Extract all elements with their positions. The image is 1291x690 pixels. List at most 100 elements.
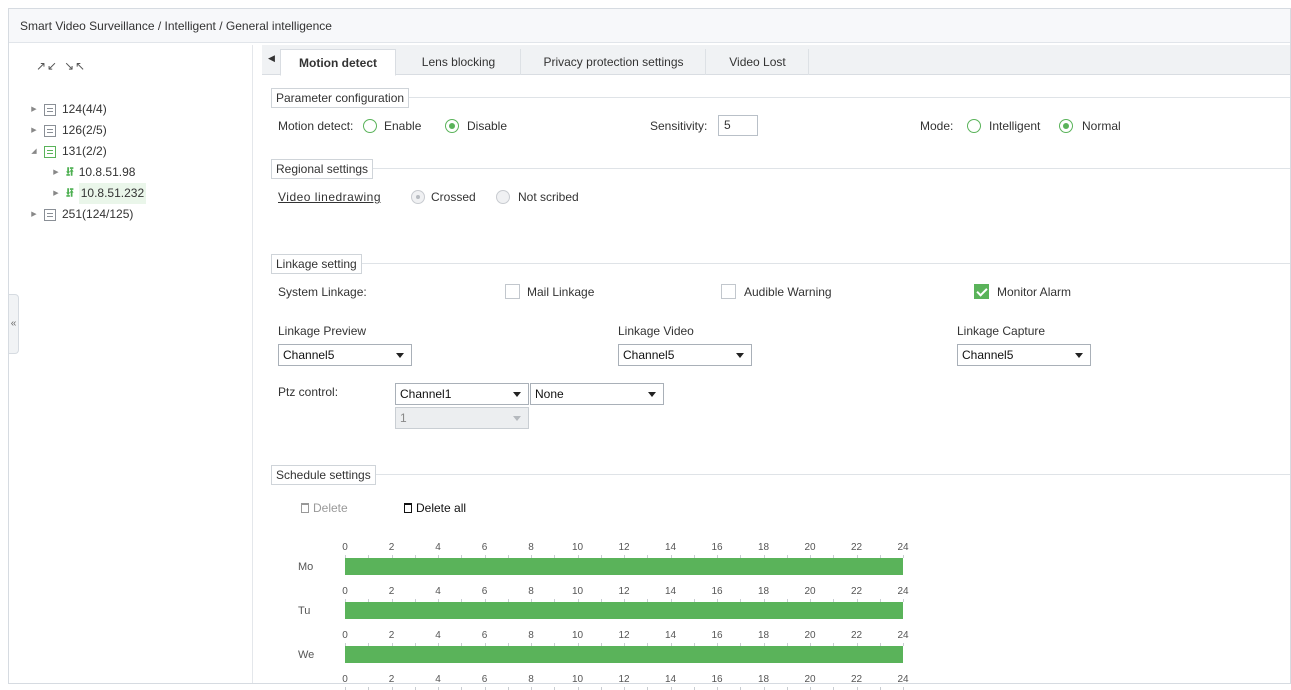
tick-mark: [391, 599, 393, 602]
mode-label: Mode:: [920, 119, 954, 133]
not-scribed-label: Not scribed: [518, 190, 579, 204]
delete-all-button[interactable]: Delete all: [404, 501, 466, 515]
tick-mark: [624, 643, 625, 646]
disable-label: Disable: [467, 119, 508, 133]
collapse-caret-icon[interactable]: ◢: [28, 141, 40, 162]
expand-caret-icon[interactable]: ▶: [50, 162, 62, 183]
tick-mark: [438, 643, 439, 646]
tick-label: 18: [757, 542, 770, 553]
video-linedrawing-link[interactable]: Video linedrawing: [278, 190, 381, 204]
camera-icon: ⭿: [66, 186, 74, 200]
section-legend: Schedule settings: [271, 465, 376, 485]
schedule-bar[interactable]: [345, 558, 903, 575]
tick-label: 20: [804, 630, 816, 641]
tick-mark: [600, 599, 602, 602]
tick-label: 2: [388, 630, 395, 641]
device-tree: ▶ 124(4/4) ▶ 126(2/5) ◢ 131(2/2) ▶ ⭿ 10.…: [28, 99, 252, 225]
tick-mark: [903, 555, 904, 558]
tick-mark: [577, 555, 579, 558]
tree-node[interactable]: ▶ 251(124/125): [28, 204, 252, 225]
schedule-bar[interactable]: [345, 646, 903, 663]
crossed-radio: [411, 190, 425, 204]
tick-mark: [647, 555, 649, 558]
tick-mark: [414, 555, 416, 558]
day-label: Mo: [298, 561, 314, 573]
tab-motion-detect[interactable]: Motion detect: [280, 49, 396, 76]
tree-node-camera[interactable]: ▶ ⭿ 10.8.51.98: [28, 162, 252, 183]
intelligent-radio[interactable]: [967, 119, 981, 133]
tick-mark: [368, 643, 370, 646]
ptz-action-value: None: [535, 387, 564, 401]
expand-caret-icon[interactable]: ▶: [28, 204, 40, 225]
tree-node[interactable]: ◢ 131(2/2): [28, 141, 252, 162]
audible-warning-label: Audible Warning: [744, 285, 832, 299]
tick-label: 6: [481, 674, 488, 685]
delete-all-label: Delete all: [416, 501, 467, 515]
collapse-arrows-icon[interactable]: ↘↖: [64, 59, 86, 73]
monitor-alarm-checkbox[interactable]: [974, 284, 989, 299]
tick-mark: [717, 599, 718, 602]
tick-label: 14: [664, 586, 677, 597]
tick-mark: [345, 555, 346, 558]
tick-mark: [856, 555, 858, 558]
tab-scroll-left-icon[interactable]: ◀: [268, 53, 275, 64]
enable-radio[interactable]: [363, 119, 377, 133]
tick-label: 22: [850, 542, 863, 553]
tick-mark: [763, 555, 765, 558]
expand-caret-icon[interactable]: ▶: [28, 99, 40, 120]
time-scale: 0 2 4 6 8 10 12 14 16 18 20 22 24: [342, 542, 909, 558]
tick-mark: [438, 599, 439, 602]
disable-radio[interactable]: [445, 119, 459, 133]
tick-label: 12: [618, 586, 630, 597]
tick-mark: [438, 555, 439, 558]
expand-caret-icon[interactable]: ▶: [50, 183, 62, 204]
sensitivity-input[interactable]: 5: [718, 115, 758, 136]
linkage-capture-select[interactable]: Channel5: [957, 344, 1091, 366]
day-label: We: [298, 649, 315, 661]
normal-radio[interactable]: [1059, 119, 1073, 133]
tick-mark: [903, 643, 904, 646]
linkage-preview-select[interactable]: Channel5: [278, 344, 412, 366]
breadcrumb: Smart Video Surveillance / Intelligent /…: [9, 9, 1290, 43]
tick-label: 6: [481, 542, 488, 553]
mail-linkage-label: Mail Linkage: [527, 285, 595, 299]
tick-label: 24: [897, 630, 909, 641]
chevron-down-icon: [648, 392, 656, 397]
tick-mark: [856, 643, 858, 646]
tab-privacy-protection[interactable]: Privacy protection settings: [522, 49, 706, 75]
linkage-video-select[interactable]: Channel5: [618, 344, 752, 366]
ptz-channel-select[interactable]: Channel1: [395, 383, 529, 405]
tick-label: 0: [342, 674, 348, 685]
expand-caret-icon[interactable]: ▶: [28, 120, 40, 141]
tick-mark: [740, 599, 742, 602]
ptz-action-select[interactable]: None: [530, 383, 664, 405]
tab-lens-blocking[interactable]: Lens blocking: [397, 49, 521, 75]
tick-mark: [484, 599, 486, 602]
tick-mark: [391, 643, 393, 646]
expand-arrows-icon[interactable]: ↗↙: [36, 59, 58, 73]
tick-mark: [600, 643, 602, 646]
schedule-bar[interactable]: [345, 602, 903, 619]
tree-node[interactable]: ▶ 124(4/4): [28, 99, 252, 120]
tick-label: 8: [528, 630, 534, 641]
tree-tools: ↗↙ ↘↖: [36, 59, 92, 73]
sidebar-collapse-toggle[interactable]: «: [9, 294, 19, 354]
tick-mark: [879, 599, 881, 602]
tick-mark: [740, 643, 742, 646]
chevron-down-icon: [1075, 353, 1083, 358]
schedule-settings-section: Schedule settings Delete Delete all Mo Tu…: [271, 465, 1290, 690]
tick-label: 4: [435, 542, 441, 553]
tab-video-lost[interactable]: Video Lost: [707, 49, 809, 75]
intelligent-label: Intelligent: [989, 119, 1041, 133]
mail-linkage-checkbox[interactable]: [505, 284, 520, 299]
tick-mark: [414, 599, 416, 602]
tick-mark: [507, 643, 509, 646]
audible-warning-checkbox[interactable]: [721, 284, 736, 299]
ptz-number-select: 1: [395, 407, 529, 429]
tree-node[interactable]: ▶ 126(2/5): [28, 120, 252, 141]
tick-label: 22: [850, 630, 863, 641]
delete-button[interactable]: Delete: [301, 501, 348, 515]
tree-node-camera[interactable]: ▶ ⭿ 10.8.51.232: [28, 183, 252, 204]
tick-label: 8: [528, 542, 534, 553]
tick-mark: [833, 555, 835, 558]
